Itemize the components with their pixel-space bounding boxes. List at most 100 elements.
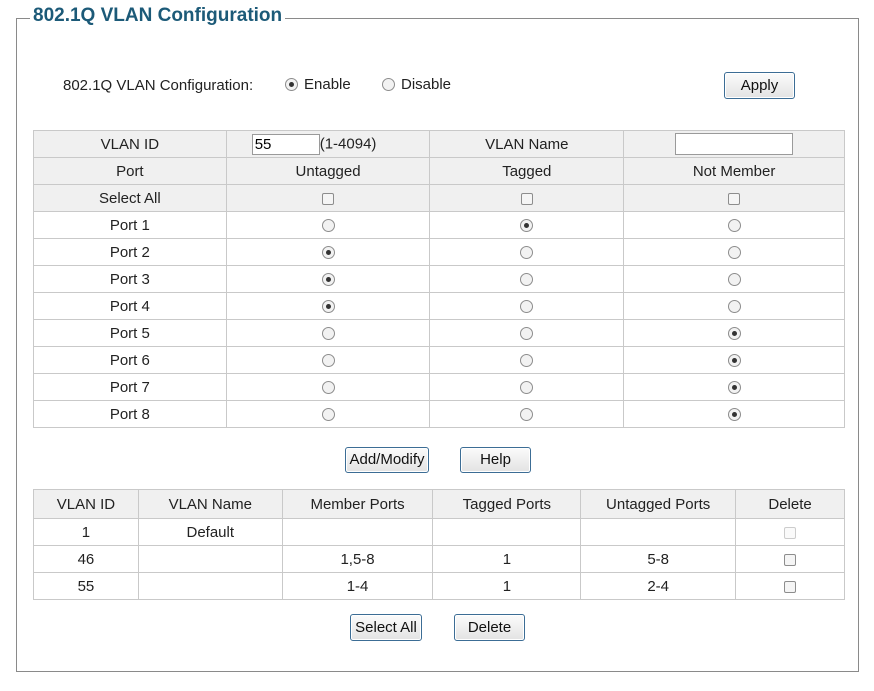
table-row: 55 1-4 1 2-4	[33, 572, 845, 600]
port-7-not-member-radio[interactable]	[727, 381, 741, 395]
table-row: 1 Default	[33, 518, 845, 546]
port-7-tagged-radio[interactable]	[520, 381, 534, 395]
port-5-tagged-radio[interactable]	[520, 327, 534, 341]
port-2-untagged-radio[interactable]	[321, 246, 335, 260]
port-name: Port 4	[33, 292, 227, 320]
vlan-config-label: 802.1Q VLAN Configuration:	[63, 77, 254, 94]
port-name: Port 8	[33, 400, 227, 428]
vlan-name-cell	[137, 572, 283, 600]
delete-checkbox	[784, 526, 797, 539]
port-4-untagged-radio[interactable]	[321, 300, 335, 314]
delete-checkbox[interactable]	[784, 553, 797, 566]
add-modify-button[interactable]: Add/Modify	[345, 447, 429, 473]
header-untagged-ports: Untagged Ports	[580, 489, 737, 519]
port-4-tagged-radio[interactable]	[520, 300, 534, 314]
header-vlan-id: VLAN ID	[33, 489, 139, 519]
select-all-label: Select All	[33, 184, 227, 212]
vlan-id-cell: 46	[33, 545, 139, 573]
delete-checkbox[interactable]	[784, 580, 797, 593]
select-all-not-member-checkbox[interactable]	[728, 192, 741, 205]
member-ports-cell: 1,5-8	[281, 545, 434, 573]
header-tagged-ports: Tagged Ports	[432, 489, 582, 519]
untagged-ports-cell	[580, 518, 737, 546]
vlan-name-label: VLAN Name	[429, 130, 625, 158]
vlan-list-table: VLAN ID VLAN Name Member Ports Tagged Po…	[33, 489, 845, 600]
page-title: 802.1Q VLAN Configuration	[30, 5, 286, 27]
select-all-untagged-checkbox[interactable]	[322, 192, 335, 205]
tagged-ports-cell: 1	[432, 572, 582, 600]
vlan-name-cell	[137, 545, 283, 573]
vlan-list-header: VLAN ID VLAN Name Member Ports Tagged Po…	[33, 489, 845, 519]
port-row: Port 7	[33, 373, 845, 401]
tagged-ports-cell: 1	[432, 545, 582, 573]
enable-radio[interactable]	[285, 78, 298, 91]
vlan-id-range: (1-4094)	[319, 134, 377, 152]
enable-label: Enable	[304, 76, 351, 93]
port-row: Port 1	[33, 211, 845, 239]
header-delete: Delete	[735, 489, 845, 519]
vlan-id-input[interactable]	[251, 133, 320, 155]
port-name: Port 7	[33, 373, 227, 401]
port-name: Port 6	[33, 346, 227, 374]
vlan-id-row: VLAN ID (1-4094) VLAN Name	[33, 130, 845, 158]
port-2-not-member-radio[interactable]	[727, 246, 741, 260]
port-name: Port 2	[33, 238, 227, 266]
port-8-tagged-radio[interactable]	[520, 408, 534, 422]
port-6-not-member-radio[interactable]	[727, 354, 741, 368]
port-6-untagged-radio[interactable]	[321, 354, 335, 368]
port-3-untagged-radio[interactable]	[321, 273, 335, 287]
col-tagged: Tagged	[429, 157, 625, 185]
port-row: Port 5	[33, 319, 845, 347]
vlan-name-cell: Default	[137, 518, 283, 546]
port-8-not-member-radio[interactable]	[727, 408, 741, 422]
col-not-member: Not Member	[623, 157, 845, 185]
port-row: Port 2	[33, 238, 845, 266]
untagged-ports-cell: 5-8	[580, 545, 737, 573]
vlan-id-cell: 55	[33, 572, 139, 600]
port-name: Port 3	[33, 265, 227, 293]
vlan-id-label: VLAN ID	[33, 130, 227, 158]
port-8-untagged-radio[interactable]	[321, 408, 335, 422]
vlan-port-table: VLAN ID (1-4094) VLAN Name Port Untagged…	[33, 130, 845, 428]
tagged-ports-cell	[432, 518, 582, 546]
port-name: Port 1	[33, 211, 227, 239]
disable-option[interactable]: Disable	[382, 76, 451, 93]
port-3-not-member-radio[interactable]	[727, 273, 741, 287]
port-row: Port 8	[33, 400, 845, 428]
help-button[interactable]: Help	[460, 447, 531, 473]
table-row: 46 1,5-8 1 5-8	[33, 545, 845, 573]
untagged-ports-cell: 2-4	[580, 572, 737, 600]
port-1-not-member-radio[interactable]	[727, 219, 741, 233]
vlan-name-input[interactable]	[675, 133, 794, 155]
disable-label: Disable	[401, 76, 452, 93]
port-header-row: Port Untagged Tagged Not Member	[33, 157, 845, 185]
vlan-id-cell: (1-4094)	[225, 130, 431, 158]
select-all-row: Select All	[33, 184, 845, 212]
vlan-id-cell: 1	[33, 518, 139, 546]
port-row: Port 3	[33, 265, 845, 293]
delete-button[interactable]: Delete	[454, 614, 525, 641]
port-5-not-member-radio[interactable]	[727, 327, 741, 341]
port-7-untagged-radio[interactable]	[321, 381, 335, 395]
port-1-untagged-radio[interactable]	[321, 219, 335, 233]
port-6-tagged-radio[interactable]	[520, 354, 534, 368]
header-member-ports: Member Ports	[281, 489, 434, 519]
header-vlan-name: VLAN Name	[137, 489, 283, 519]
select-all-tagged-checkbox[interactable]	[520, 192, 533, 205]
port-1-tagged-radio[interactable]	[520, 219, 534, 233]
apply-button[interactable]: Apply	[724, 72, 795, 99]
col-port: Port	[33, 157, 227, 185]
port-row: Port 4	[33, 292, 845, 320]
disable-radio[interactable]	[382, 78, 395, 91]
col-untagged: Untagged	[225, 157, 431, 185]
port-2-tagged-radio[interactable]	[520, 246, 534, 260]
enable-option[interactable]: Enable	[285, 76, 351, 93]
port-5-untagged-radio[interactable]	[321, 327, 335, 341]
port-4-not-member-radio[interactable]	[727, 300, 741, 314]
port-row: Port 6	[33, 346, 845, 374]
port-3-tagged-radio[interactable]	[520, 273, 534, 287]
vlan-name-cell	[623, 130, 845, 158]
member-ports-cell: 1-4	[281, 572, 434, 600]
port-name: Port 5	[33, 319, 227, 347]
select-all-button[interactable]: Select All	[350, 614, 422, 641]
